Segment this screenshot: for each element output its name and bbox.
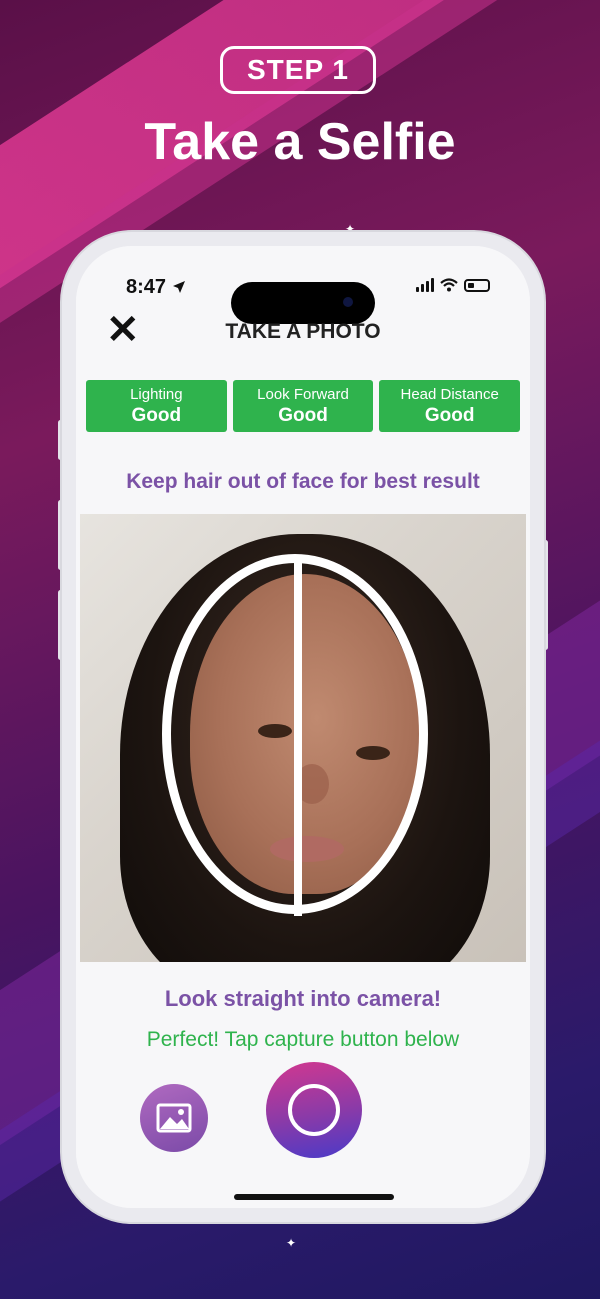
hint-hair: Keep hair out of face for best result [126,470,480,493]
dynamic-island [231,282,375,324]
camera-preview [80,514,526,962]
sparkle-icon: ✦ [286,1236,297,1250]
status-bar: 8:47 [76,272,530,324]
page-title: TAKE A PHOTO [225,320,381,343]
image-gallery-icon [156,1103,192,1133]
battery-icon [464,278,490,292]
face-guide-center-line [294,556,302,916]
gallery-button[interactable] [140,1084,208,1152]
hint-capture-ready: Perfect! Tap capture button below [146,1028,460,1051]
capture-button[interactable] [266,1062,362,1158]
check-lighting: Lighting Good [86,380,227,432]
status-icons [416,278,490,292]
quality-checks: Lighting Good Look Forward Good Head Dis… [86,380,521,432]
capture-shutter-icon [288,1084,340,1136]
promo-headline: Take a Selfie [144,113,456,171]
hint-look-straight: Look straight into camera! [164,986,442,1011]
signal-icon [416,278,434,292]
wifi-icon [440,278,458,292]
check-look-forward: Look Forward Good [232,380,374,432]
check-head-distance: Head Distance Good [379,380,521,432]
home-indicator [234,1194,394,1200]
location-arrow-icon [172,281,185,293]
status-time: 8:47 [126,276,186,299]
step-badge: STEP 1 [220,46,376,94]
camera-screen: 8:47 ✕ TAKE A PHOTO Lighting Good Look F… [76,246,530,1208]
phone-frame: 8:47 ✕ TAKE A PHOTO Lighting Good Look F… [62,232,544,1222]
